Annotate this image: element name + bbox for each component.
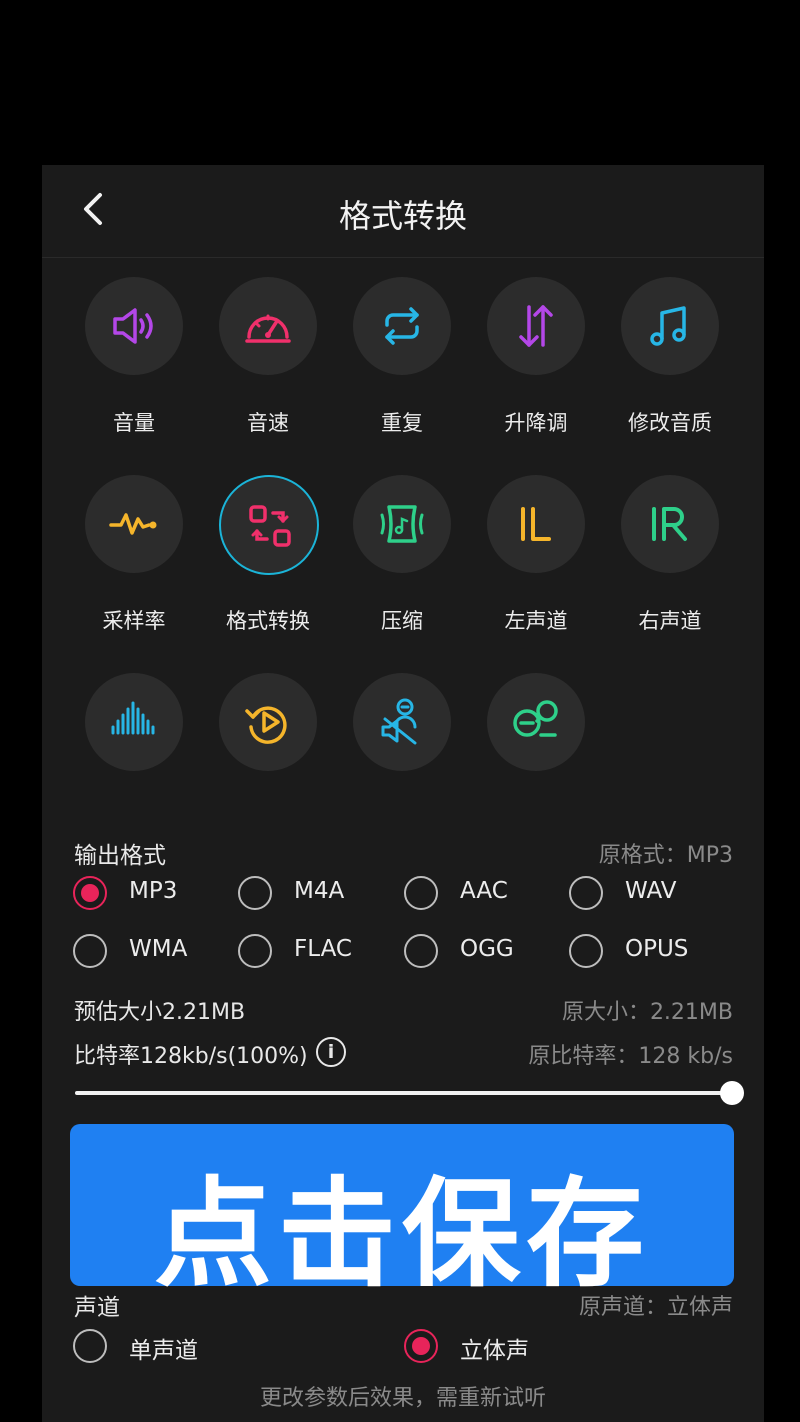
tool-left-channel[interactable]: 左声道 [471, 475, 601, 635]
format-label: OPUS [625, 936, 689, 962]
page-title: 格式转换 [338, 197, 467, 235]
radio-dot[interactable] [404, 876, 438, 910]
equalizer-bars-icon [111, 701, 155, 735]
left-channel-icon [521, 507, 551, 541]
tool-volume[interactable]: 音量 [69, 277, 199, 437]
scroll-fade [42, 793, 764, 817]
format-label: AAC [460, 878, 508, 904]
original-size: 原大小：2.21MB [561, 1000, 733, 1025]
tool-label: 音量 [113, 411, 155, 435]
radio-dot[interactable] [404, 1329, 438, 1363]
channel-option-label: 单声道 [129, 1338, 198, 1364]
format-convert-panel: 格式转换 音量 音速 重复 升降调 修改音质 采样率 格式转换 压缩 左声道 右… [42, 165, 764, 1422]
format-label: WAV [625, 878, 677, 904]
radio-dot[interactable] [569, 934, 603, 968]
repeat-icon [385, 307, 419, 345]
radio-dot[interactable] [238, 876, 272, 910]
tool-label: 采样率 [102, 609, 166, 633]
microphone-icon [513, 700, 558, 737]
tool-pitch[interactable]: 升降调 [471, 277, 601, 437]
tool-label: 重复 [381, 411, 423, 435]
tool-label: 左声道 [504, 609, 568, 633]
format-label: MP3 [129, 878, 178, 904]
tool-right-channel[interactable]: 右声道 [605, 475, 735, 635]
header-bar: 格式转换 [42, 165, 764, 258]
original-bitrate: 原比特率：128 kb/s [528, 1044, 733, 1069]
bitrate-slider-knob[interactable] [720, 1081, 744, 1105]
save-button[interactable]: 点击保存 [70, 1124, 734, 1303]
waveform-icon [109, 513, 157, 535]
speedometer-icon [245, 314, 291, 343]
tool-label: 格式转换 [226, 609, 310, 633]
bitrate-slider[interactable] [75, 1091, 731, 1095]
format-label: WMA [129, 936, 188, 962]
radio-dot[interactable] [73, 934, 107, 968]
format-label: OGG [460, 936, 514, 962]
tool-label: 音速 [247, 411, 289, 435]
format-label: FLAC [294, 936, 352, 962]
tool-label: 右声道 [638, 609, 702, 633]
info-icon[interactable]: i [316, 1037, 346, 1067]
output-format-label: 输出格式 [74, 843, 166, 869]
tool-quality[interactable]: 修改音质 [605, 277, 735, 437]
tool-repeat[interactable]: 重复 [337, 277, 467, 437]
radio-dot[interactable] [73, 876, 107, 910]
pitch-arrows-icon [519, 305, 553, 347]
original-channel: 原声道：立体声 [578, 1295, 733, 1320]
compress-icon [380, 505, 424, 543]
right-channel-icon [652, 507, 687, 541]
radio-dot[interactable] [238, 934, 272, 968]
tool-label: 修改音质 [628, 411, 712, 435]
remove-vocals-icon [381, 698, 417, 745]
tool-speed[interactable]: 音速 [203, 277, 333, 437]
tool-label: 压缩 [381, 609, 423, 633]
format-convert-icon [249, 505, 291, 547]
tool-format-convert[interactable]: 格式转换 [203, 475, 333, 635]
tool-sample-rate[interactable]: 采样率 [69, 475, 199, 635]
estimated-size: 预估大小2.21MB [74, 1000, 246, 1025]
tool-label: 升降调 [504, 411, 568, 435]
retry-hint: 更改参数后效果，需重新试听 [259, 1386, 546, 1411]
tool-compress[interactable]: 压缩 [337, 475, 467, 635]
radio-dot[interactable] [404, 934, 438, 968]
bitrate-label: 比特率128kb/s(100%) [74, 1044, 308, 1069]
radio-dot[interactable] [569, 876, 603, 910]
save-button-label: 点击保存 [153, 1165, 650, 1303]
reverse-play-icon [245, 706, 287, 744]
format-label: M4A [294, 878, 345, 904]
music-note-icon [650, 306, 686, 346]
radio-dot[interactable] [73, 1329, 107, 1363]
speaker-icon [113, 308, 153, 344]
original-format: 原格式：MP3 [598, 843, 733, 868]
channel-label: 声道 [74, 1295, 120, 1321]
channel-option-label: 立体声 [460, 1338, 529, 1364]
